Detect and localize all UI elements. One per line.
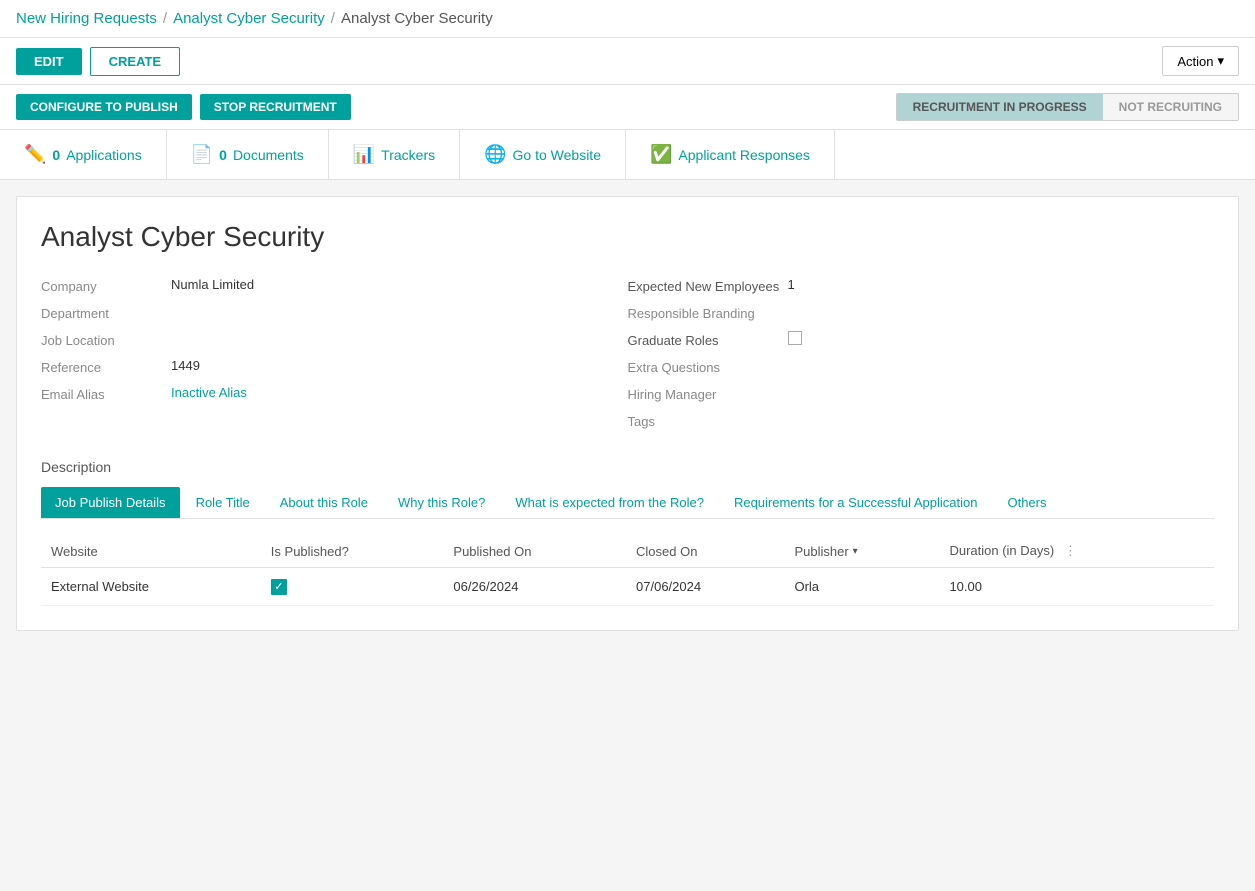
breadcrumb: New Hiring Requests / Analyst Cyber Secu… <box>16 10 1239 27</box>
field-expected-employees: Expected New Employees 1 <box>628 277 1175 294</box>
description-section-label: Description <box>41 459 1214 475</box>
reference-value: 1449 <box>171 358 200 373</box>
col-published-on: Published On <box>443 535 626 568</box>
graduate-roles-checkbox[interactable] <box>788 331 802 345</box>
action-dropdown[interactable]: Action ▾ <box>1162 46 1239 76</box>
action-bar: EDIT CREATE Action ▾ <box>0 38 1255 85</box>
col-duration-options-icon[interactable]: ⋮ <box>1064 543 1077 558</box>
field-reference: Reference 1449 <box>41 358 588 375</box>
expected-employees-value: 1 <box>788 277 795 292</box>
email-alias-label: Email Alias <box>41 385 171 402</box>
publish-bar: CONFIGURE TO PUBLISH STOP RECRUITMENT RE… <box>0 85 1255 130</box>
tags-label: Tags <box>628 412 758 429</box>
reference-label: Reference <box>41 358 171 375</box>
inner-tab-requirements[interactable]: Requirements for a Successful Applicatio… <box>720 487 992 518</box>
website-label: Go to Website <box>513 147 601 163</box>
tab-applicant-responses[interactable]: ✅ Applicant Responses <box>626 130 835 179</box>
breadcrumb-current: Analyst Cyber Security <box>341 10 493 27</box>
status-recruitment-in-progress[interactable]: RECRUITMENT IN PROGRESS <box>897 94 1103 120</box>
pencil-icon: ✏️ <box>24 144 46 165</box>
tab-trackers[interactable]: 📊 Trackers <box>329 130 460 179</box>
action-label: Action <box>1177 54 1213 69</box>
col-duration: Duration (in Days) ⋮ <box>939 535 1214 568</box>
sort-icon: ▾ <box>853 546 858 557</box>
cell-closed-on: 07/06/2024 <box>626 568 784 606</box>
inner-tab-others[interactable]: Others <box>993 487 1060 518</box>
field-company: Company Numla Limited <box>41 277 588 294</box>
field-graduate-roles: Graduate Roles <box>628 331 1175 348</box>
tab-documents[interactable]: 📄 0 Documents <box>167 130 329 179</box>
check-icon: ✅ <box>650 144 672 165</box>
field-responsible-branding: Responsible Branding <box>628 304 1175 321</box>
top-bar: New Hiring Requests / Analyst Cyber Secu… <box>0 0 1255 38</box>
email-alias-value[interactable]: Inactive Alias <box>171 385 247 400</box>
configure-publish-button[interactable]: CONFIGURE TO PUBLISH <box>16 94 192 120</box>
cell-published-on: 06/26/2024 <box>443 568 626 606</box>
fields-left: Company Numla Limited Department Job Loc… <box>41 277 628 439</box>
action-chevron-icon: ▾ <box>1217 53 1224 69</box>
chart-icon: 📊 <box>353 144 375 165</box>
breadcrumb-sep-2: / <box>331 10 335 27</box>
applications-label: Applications <box>66 147 142 163</box>
inner-tab-expected-from-role[interactable]: What is expected from the Role? <box>501 487 718 518</box>
cell-website: External Website <box>41 568 261 606</box>
stop-recruitment-button[interactable]: STOP RECRUITMENT <box>200 94 351 120</box>
company-label: Company <box>41 277 171 294</box>
inner-tabs: Job Publish Details Role Title About thi… <box>41 487 1214 519</box>
status-not-recruiting[interactable]: NOT RECRUITING <box>1103 94 1238 120</box>
inner-tab-why-role[interactable]: Why this Role? <box>384 487 499 518</box>
breadcrumb-sep-1: / <box>163 10 167 27</box>
create-button[interactable]: CREATE <box>90 47 180 76</box>
field-extra-questions: Extra Questions <box>628 358 1175 375</box>
trackers-label: Trackers <box>381 147 435 163</box>
col-is-published: Is Published? <box>261 535 444 568</box>
department-label: Department <box>41 304 171 321</box>
document-icon: 📄 <box>191 144 213 165</box>
field-hiring-manager: Hiring Manager <box>628 385 1175 402</box>
field-department: Department <box>41 304 588 321</box>
breadcrumb-analyst-cyber[interactable]: Analyst Cyber Security <box>173 10 325 27</box>
documents-count: 0 <box>219 147 227 163</box>
edit-button[interactable]: EDIT <box>16 48 82 75</box>
published-checkbox[interactable]: ✓ <box>271 579 287 595</box>
cell-is-published[interactable]: ✓ <box>261 568 444 606</box>
inner-tab-job-publish-details[interactable]: Job Publish Details <box>41 487 180 518</box>
hiring-manager-label: Hiring Manager <box>628 385 758 402</box>
inner-tab-about-role[interactable]: About this Role <box>266 487 382 518</box>
inner-tab-role-title[interactable]: Role Title <box>182 487 264 518</box>
tab-website[interactable]: 🌐 Go to Website <box>460 130 626 179</box>
field-job-location: Job Location <box>41 331 588 348</box>
applicant-responses-label: Applicant Responses <box>678 147 810 163</box>
company-value: Numla Limited <box>171 277 254 292</box>
responsible-branding-label: Responsible Branding <box>628 304 758 321</box>
expected-employees-label: Expected New Employees <box>628 277 788 294</box>
col-publisher-label: Publisher <box>794 544 848 559</box>
col-closed-on: Closed On <box>626 535 784 568</box>
cell-publisher: Orla <box>784 568 939 606</box>
tab-applications[interactable]: ✏️ 0 Applications <box>0 130 167 179</box>
col-website: Website <box>41 535 261 568</box>
publish-details-table: Website Is Published? Published On Close… <box>41 535 1214 606</box>
extra-questions-label: Extra Questions <box>628 358 758 375</box>
cell-duration: 10.00 <box>939 568 1214 606</box>
job-location-label: Job Location <box>41 331 171 348</box>
fields-grid: Company Numla Limited Department Job Loc… <box>41 277 1214 439</box>
globe-icon: 🌐 <box>484 144 506 165</box>
main-content: Analyst Cyber Security Company Numla Lim… <box>16 196 1239 631</box>
tab-nav: ✏️ 0 Applications 📄 0 Documents 📊 Tracke… <box>0 130 1255 180</box>
field-email-alias: Email Alias Inactive Alias <box>41 385 588 402</box>
breadcrumb-new-hiring[interactable]: New Hiring Requests <box>16 10 157 27</box>
table-row: External Website ✓ 06/26/202407/06/2024Orl… <box>41 568 1214 606</box>
applications-count: 0 <box>52 147 60 163</box>
status-bar: RECRUITMENT IN PROGRESS NOT RECRUITING <box>896 93 1239 121</box>
documents-label: Documents <box>233 147 304 163</box>
fields-right: Expected New Employees 1 Responsible Bra… <box>628 277 1215 439</box>
col-publisher[interactable]: Publisher ▾ <box>784 535 939 568</box>
field-tags: Tags <box>628 412 1175 429</box>
graduate-roles-label: Graduate Roles <box>628 331 788 348</box>
job-title: Analyst Cyber Security <box>41 221 1214 253</box>
